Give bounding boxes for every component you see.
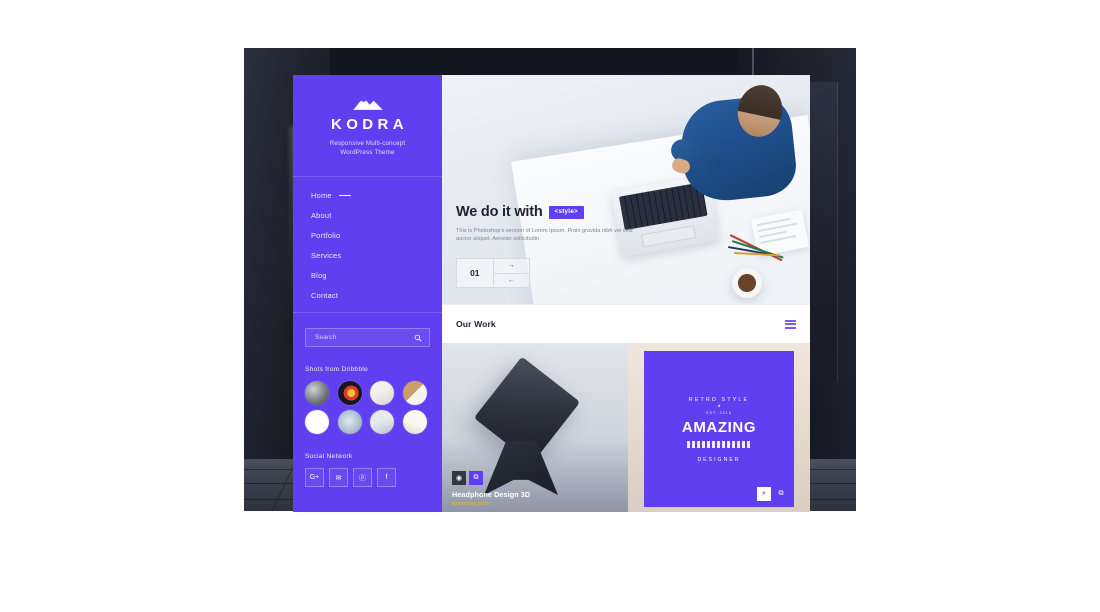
sidebar-item-label: Contact bbox=[311, 291, 339, 300]
search-zoom-icon[interactable]: ⌕ bbox=[757, 487, 771, 501]
sidebar-divider-bottom bbox=[293, 312, 442, 313]
search-icon[interactable] bbox=[414, 334, 422, 342]
badge-top-text: RETRO STYLE bbox=[688, 397, 750, 403]
portfolio-grid: ◉ ⧉ Headphone Design 3D branding print ★… bbox=[442, 343, 810, 512]
sidebar-item-label: Blog bbox=[311, 271, 327, 280]
pinterest-icon[interactable]: ⓟ bbox=[353, 468, 372, 487]
sidebar-item-portfolio[interactable]: Portfolio bbox=[311, 231, 442, 240]
brand-tagline-line-1: Responsive Multi-concept bbox=[329, 140, 406, 147]
sidebar-item-label: Portfolio bbox=[311, 231, 341, 240]
badge-ornament bbox=[687, 441, 751, 448]
social-section-title: Social Network bbox=[305, 453, 353, 460]
sidebar-item-services[interactable]: Services bbox=[311, 251, 442, 260]
style-tag-chip: <style> bbox=[548, 206, 584, 219]
our-work-title: Our Work bbox=[456, 319, 496, 329]
hero-heading: We do it with <style> bbox=[456, 205, 686, 220]
expand-icon[interactable]: ⧉ bbox=[469, 471, 483, 485]
hero-slider-controls: 01 → ← bbox=[456, 258, 530, 288]
search-box[interactable] bbox=[305, 328, 430, 347]
amazing-badge-panel: ★ RETRO STYLE EST. 2015 AMAZING DESIGNER… bbox=[644, 351, 794, 507]
brand-tagline: Responsive Multi-concept WordPress Theme bbox=[293, 139, 442, 157]
hero-section: We do it with <style> This is Photoshop'… bbox=[442, 75, 810, 304]
facebook-icon[interactable]: f bbox=[377, 468, 396, 487]
main-content: We do it with <style> This is Photoshop'… bbox=[442, 75, 810, 512]
retro-badge: ★ RETRO STYLE EST. 2015 AMAZING DESIGNER bbox=[673, 383, 765, 475]
shot-thumbnail-5[interactable] bbox=[305, 410, 329, 434]
hero-heading-text: We do it with bbox=[456, 204, 543, 221]
mountain-icon bbox=[352, 97, 383, 110]
slide-number: 01 bbox=[457, 259, 494, 286]
twitter-icon[interactable]: ✉ bbox=[329, 468, 348, 487]
portfolio-card-meta: ◉ ⧉ Headphone Design 3D branding print bbox=[452, 471, 530, 507]
portfolio-card-actions: ⌕ ⧉ bbox=[757, 487, 788, 501]
our-work-bar: Our Work bbox=[442, 304, 810, 343]
portfolio-card-amazing[interactable]: ★ RETRO STYLE EST. 2015 AMAZING DESIGNER… bbox=[628, 343, 810, 512]
active-dash-icon bbox=[338, 195, 351, 196]
badge-bottom-text: DESIGNER bbox=[697, 457, 741, 463]
brand-tagline-line-2: WordPress Theme bbox=[340, 149, 395, 156]
shot-thumbnail-4[interactable] bbox=[402, 381, 427, 405]
slider-next-button[interactable]: → bbox=[493, 259, 529, 274]
shot-thumbnail-7[interactable] bbox=[370, 410, 394, 434]
social-links: G+ ✉ ⓟ f bbox=[293, 468, 442, 487]
sidebar-item-about[interactable]: About bbox=[311, 211, 442, 220]
hero-pencils bbox=[726, 214, 802, 274]
badge-main-text: AMAZING bbox=[681, 419, 757, 436]
expand-icon[interactable]: ⧉ bbox=[774, 487, 788, 501]
sidebar-item-label: Home bbox=[311, 191, 332, 200]
hero-paragraph: This is Photoshop's version of Lorem Ips… bbox=[456, 227, 633, 243]
shot-thumbnail-2[interactable] bbox=[337, 381, 362, 405]
shot-thumbnail-8[interactable] bbox=[402, 410, 427, 434]
dribbble-shots-grid bbox=[293, 381, 442, 434]
sidebar-nav: Home About Portfolio Services Blog Conta… bbox=[293, 177, 442, 300]
grid-layout-icon[interactable] bbox=[785, 319, 796, 329]
sidebar: KODRA Responsive Multi-concept WordPress… bbox=[293, 75, 442, 512]
brand-block: KODRA Responsive Multi-concept WordPress… bbox=[293, 75, 442, 157]
dribbble-section-title: Shots from Dribbble bbox=[305, 366, 369, 373]
portfolio-card-headphone[interactable]: ◉ ⧉ Headphone Design 3D branding print bbox=[442, 343, 628, 512]
sidebar-item-label: Services bbox=[311, 251, 342, 260]
sidebar-item-blog[interactable]: Blog bbox=[311, 271, 442, 280]
theme-mockup-window: KODRA Responsive Multi-concept WordPress… bbox=[293, 75, 810, 512]
badge-est-text: EST. 2015 bbox=[706, 411, 732, 415]
badge-star-icon: ★ bbox=[717, 403, 721, 408]
slider-prev-button[interactable]: ← bbox=[494, 274, 530, 288]
portfolio-item-title: Headphone Design 3D bbox=[452, 490, 531, 499]
sidebar-item-label: About bbox=[311, 211, 332, 220]
search-input[interactable] bbox=[313, 333, 414, 342]
sidebar-item-contact[interactable]: Contact bbox=[311, 291, 442, 300]
slider-arrows: → ← bbox=[493, 259, 530, 288]
google-plus-icon[interactable]: G+ bbox=[305, 468, 324, 487]
sidebar-item-home[interactable]: Home bbox=[311, 191, 442, 200]
shot-thumbnail-3[interactable] bbox=[370, 381, 394, 405]
hero-coffee-cup bbox=[732, 268, 762, 298]
shot-thumbnail-6[interactable] bbox=[337, 410, 362, 434]
portfolio-item-tags: branding print bbox=[452, 501, 491, 507]
portfolio-card-actions: ◉ ⧉ bbox=[452, 471, 530, 485]
screenshot-stage: KODRA Responsive Multi-concept WordPress… bbox=[0, 0, 1100, 612]
link-icon[interactable]: ◉ bbox=[452, 471, 466, 485]
hero-copy: We do it with <style> This is Photoshop'… bbox=[456, 205, 686, 288]
brand-name: KODRA bbox=[331, 116, 408, 133]
shot-thumbnail-1[interactable] bbox=[305, 381, 329, 405]
